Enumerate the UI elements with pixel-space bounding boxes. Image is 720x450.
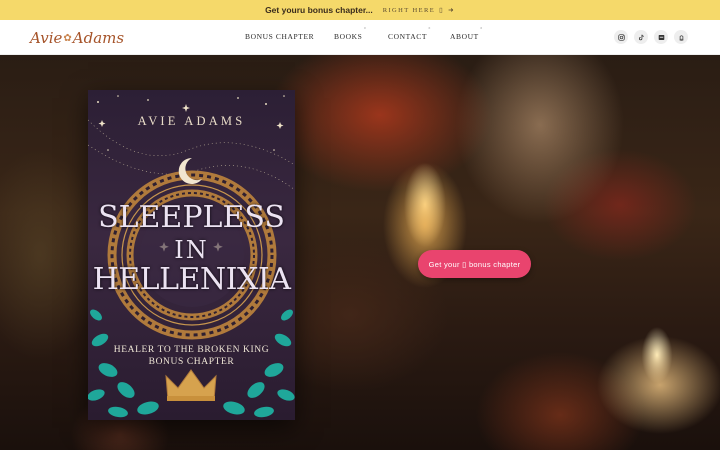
- announcement-link-glyph: ▯: [439, 7, 445, 14]
- book-title-line-2: IN: [174, 236, 209, 264]
- tiktok-icon[interactable]: [634, 30, 648, 44]
- site-logo[interactable]: Avie ✿ Adams: [30, 27, 124, 49]
- cta-label: Get your ▯ bonus chapter: [428, 259, 521, 269]
- nav-item-about[interactable]: ABOUT °: [450, 28, 482, 41]
- announcement-link[interactable]: RIGHT HERE ▯ ➜: [382, 6, 455, 15]
- get-bonus-chapter-button[interactable]: Get your ▯ bonus chapter: [418, 250, 531, 278]
- site-header: Avie ✿ Adams BONUS CHAPTER BOOKS ° CONTA…: [0, 20, 720, 55]
- announcement-message: Get youru bonus chapter...: [265, 5, 373, 15]
- book-subtitle-line-1: HEALER TO THE BROKEN KING: [113, 345, 270, 355]
- nav-label: ABOUT: [450, 32, 479, 41]
- nav-item-contact[interactable]: CONTACT °: [388, 28, 430, 41]
- book-title-line-3: HELLENIXIA: [92, 262, 291, 297]
- submenu-indicator-icon: °: [428, 28, 432, 33]
- book-title-line-1: SLEEPLESS: [98, 200, 285, 235]
- nav-label: BONUS CHAPTER: [245, 32, 315, 41]
- amazon-icon[interactable]: [674, 30, 688, 44]
- book-author: AVIE ADAMS: [137, 114, 246, 128]
- nav-label: BOOKS: [334, 32, 363, 41]
- announcement-link-label: RIGHT HERE: [382, 6, 436, 14]
- submenu-indicator-icon: °: [480, 28, 483, 33]
- logo-text-last: Adams: [72, 29, 125, 47]
- instagram-icon[interactable]: [614, 30, 628, 44]
- book-cover[interactable]: AVIE ADAMS SLEEPLESS IN HELLENIXIA HEALE…: [88, 90, 295, 420]
- nav-item-bonus-chapter[interactable]: BONUS CHAPTER: [245, 32, 314, 41]
- logo-text-first: Avie: [30, 29, 63, 47]
- announcement-bar: Get youru bonus chapter... RIGHT HERE ▯ …: [0, 0, 720, 20]
- nav-label: CONTACT: [388, 32, 428, 41]
- arrow-right-icon: ➜: [448, 7, 455, 14]
- linkedin-icon[interactable]: [654, 30, 668, 44]
- book-subtitle-line-2: BONUS CHAPTER: [148, 357, 235, 367]
- submenu-indicator-icon: °: [363, 28, 367, 33]
- nav-item-books[interactable]: BOOKS °: [334, 28, 366, 41]
- flower-icon: ✿: [63, 32, 72, 44]
